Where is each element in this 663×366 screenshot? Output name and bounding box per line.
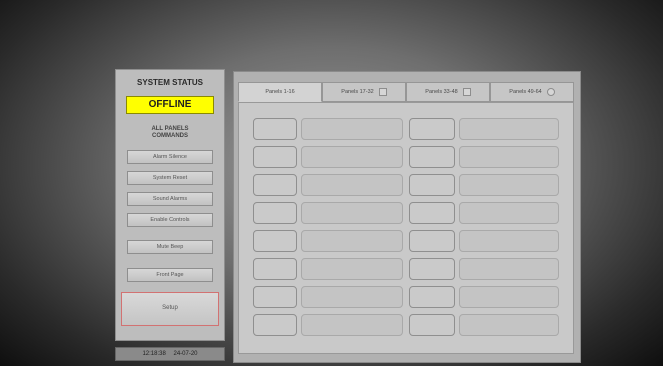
panel-name-field[interactable]	[459, 314, 559, 336]
panel-status-box[interactable]	[409, 258, 455, 280]
panel-name-field[interactable]	[301, 118, 403, 140]
panel-name-field[interactable]	[301, 230, 403, 252]
panel-status-box[interactable]	[409, 118, 455, 140]
enable-controls-button[interactable]: Enable Controls	[127, 213, 213, 227]
tab-panels-49-64[interactable]: Panels 49-64	[490, 82, 574, 102]
clock-display: 12:18:38 24-07-20	[115, 347, 225, 361]
panel-name-field[interactable]	[301, 258, 403, 280]
system-status-sidebar: SYSTEM STATUS OFFLINE ALL PANELS COMMAND…	[115, 69, 225, 341]
tab-indicator-icon	[546, 87, 555, 96]
panel-name-field[interactable]	[459, 286, 559, 308]
clock-date: 24-07-20	[173, 351, 198, 357]
panel-status-box[interactable]	[253, 146, 297, 168]
status-indicator: OFFLINE	[126, 96, 214, 114]
panel-name-field[interactable]	[459, 146, 559, 168]
panel-name-field[interactable]	[301, 146, 403, 168]
system-reset-button[interactable]: System Reset	[127, 171, 213, 185]
setup-button[interactable]: Setup	[121, 292, 219, 326]
panel-name-field[interactable]	[459, 118, 559, 140]
panel-name-field[interactable]	[301, 314, 403, 336]
front-page-button[interactable]: Front Page	[127, 268, 213, 282]
panel-status-box[interactable]	[253, 258, 297, 280]
panel-name-field[interactable]	[301, 202, 403, 224]
all-panels-commands-label: ALL PANELS COMMANDS	[151, 126, 189, 139]
panel-status-box[interactable]	[253, 314, 297, 336]
panel-name-field[interactable]	[459, 202, 559, 224]
tab-panels-1-16[interactable]: Panels 1-16	[238, 82, 322, 102]
tab-panels-17-32[interactable]: Panels 17-32	[322, 82, 406, 102]
panel-status-box[interactable]	[409, 230, 455, 252]
panels-view: Panels 1-16 Panels 17-32 Panels 33-48 Pa…	[233, 71, 581, 363]
panel-name-field[interactable]	[301, 174, 403, 196]
hmi-screen: SYSTEM STATUS OFFLINE ALL PANELS COMMAND…	[7, 7, 656, 363]
system-status-title: SYSTEM STATUS	[137, 78, 203, 87]
tab-indicator-icon	[378, 87, 387, 96]
sound-alarms-button[interactable]: Sound Alarms	[127, 192, 213, 206]
mute-beep-button[interactable]: Mute Beep	[127, 240, 213, 254]
panel-status-box[interactable]	[409, 202, 455, 224]
panel-name-field[interactable]	[301, 286, 403, 308]
panel-status-box[interactable]	[253, 202, 297, 224]
panel-status-box[interactable]	[409, 174, 455, 196]
panel-status-box[interactable]	[253, 118, 297, 140]
panel-status-box[interactable]	[409, 286, 455, 308]
panel-status-box[interactable]	[409, 314, 455, 336]
tab-panels-33-48[interactable]: Panels 33-48	[406, 82, 490, 102]
panel-name-field[interactable]	[459, 230, 559, 252]
clock-time: 12:18:38	[142, 351, 166, 357]
panel-status-box[interactable]	[253, 230, 297, 252]
panel-status-box[interactable]	[409, 146, 455, 168]
panel-status-box[interactable]	[253, 174, 297, 196]
panel-name-field[interactable]	[459, 174, 559, 196]
panel-grid	[238, 102, 574, 354]
panel-name-field[interactable]	[459, 258, 559, 280]
panel-tabs: Panels 1-16 Panels 17-32 Panels 33-48 Pa…	[238, 82, 574, 102]
tab-indicator-icon	[462, 87, 471, 96]
panel-status-box[interactable]	[253, 286, 297, 308]
alarm-silence-button[interactable]: Alarm Silence	[127, 150, 213, 164]
